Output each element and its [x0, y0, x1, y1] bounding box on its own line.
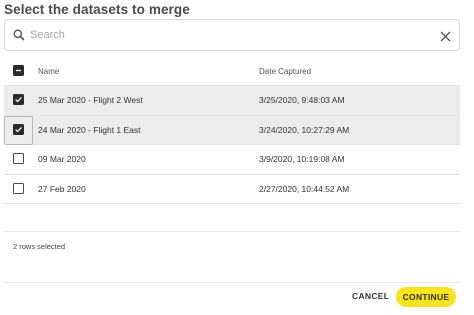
- rows-selected-count: 2 rows selected: [13, 242, 66, 251]
- search-input[interactable]: [30, 26, 430, 44]
- row-name: 27 Feb 2020: [38, 183, 86, 194]
- row-date: 2/27/2020, 10:44:52 AM: [259, 183, 350, 194]
- divider: [4, 282, 460, 283]
- select-all-checkbox[interactable]: [13, 65, 24, 76]
- row-name: 24 Mar 2020 - Flight 1 East: [38, 124, 141, 135]
- column-header-date-captured[interactable]: Date Captured: [259, 67, 311, 76]
- row-date: 3/24/2020, 10:27:29 AM: [259, 124, 350, 135]
- row-name: 25 Mar 2020 - Flight 2 West: [38, 95, 143, 105]
- table-header-row: Name Date Captured: [4, 57, 460, 86]
- row-checkbox[interactable]: [13, 153, 24, 164]
- search-box[interactable]: [4, 19, 460, 51]
- table-row[interactable]: 24 Mar 2020 - Flight 1 East 3/24/2020, 1…: [4, 115, 460, 145]
- clear-search-icon[interactable]: [440, 29, 451, 42]
- table-row[interactable]: 09 Mar 2020 3/9/2020, 10:19:08 AM: [4, 145, 460, 175]
- cancel-button[interactable]: CANCEL: [352, 291, 389, 305]
- column-header-name[interactable]: Name: [38, 67, 59, 76]
- row-checkbox[interactable]: [13, 182, 24, 194]
- search-icon: [12, 28, 26, 42]
- table-row[interactable]: 27 Feb 2020 2/27/2020, 10:44:52 AM: [4, 175, 460, 204]
- row-date: 3/25/2020, 9:48:03 AM: [259, 95, 345, 105]
- continue-button[interactable]: CONTINUE: [396, 287, 456, 307]
- datasets-table: Name Date Captured 25 Mar 2020 - Flight …: [4, 57, 460, 204]
- row-date: 3/9/2020, 10:19:08 AM: [259, 154, 345, 164]
- table-row[interactable]: 25 Mar 2020 - Flight 2 West 3/25/2020, 9…: [4, 86, 460, 116]
- row-checkbox[interactable]: [13, 123, 24, 135]
- row-name: 09 Mar 2020: [38, 154, 86, 164]
- row-checkbox[interactable]: [13, 94, 24, 105]
- dialog-title: Select the datasets to merge: [4, 2, 190, 17]
- divider: [4, 231, 460, 232]
